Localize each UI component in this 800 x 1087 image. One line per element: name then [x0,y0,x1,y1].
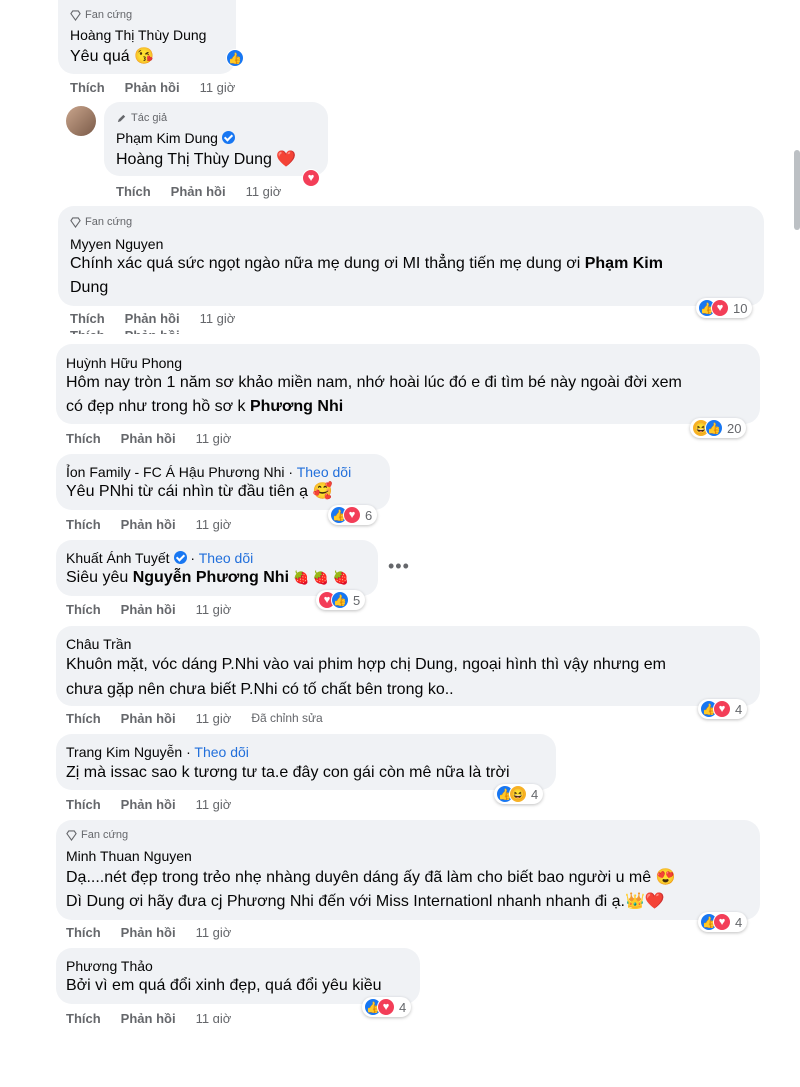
like-reaction-icon: 👍 [331,591,349,609]
reaction-summary[interactable]: ♥ [302,168,320,188]
reaction-summary[interactable]: 👍 ♥ 6 [328,505,378,525]
commenter-name[interactable]: Hoàng Thị Thùy Dung [70,27,206,43]
reply-action[interactable]: Phản hồi [121,797,176,812]
reply-action[interactable]: Phản hồi [125,80,180,95]
comment-text: Zị mà issac sao k tương tư ta.e đây con … [66,764,510,781]
diamond-icon [66,829,77,841]
comment-time[interactable]: 11 giờ [196,925,232,940]
comment-actions: Thích Phản hồi 11 giờ [66,602,231,617]
comment-time[interactable]: 11 giờ [200,311,236,326]
mention-link[interactable]: Nguyễn Phương Nhi [133,569,289,586]
fan-badge: Fan cứng [70,216,132,228]
like-action[interactable]: Thích [116,184,151,199]
comment-text: Yêu quá 😘 [70,48,154,65]
reply-action[interactable]: Phản hồi [171,184,226,199]
comment-time[interactable]: 11 giờ [196,711,232,726]
commenter-name[interactable]: Trang Kim Nguyễn · Theo dõi [66,744,249,760]
comment-text: chưa gặp nên chưa biết P.Nhi có tố chất … [66,681,454,698]
reaction-summary[interactable]: 😆 👍 20 [690,418,747,438]
commenter-name[interactable]: Minh Thuan Nguyen [66,848,192,864]
scrollbar-thumb[interactable] [794,150,800,230]
like-action[interactable]: Thích [66,1011,101,1023]
reaction-summary[interactable]: 👍 ♥ 4 [362,997,412,1017]
reply-action[interactable]: Phản hồi [121,711,176,726]
like-action[interactable]: Thích [66,925,101,940]
edited-label: Đã chỉnh sửa [251,711,323,725]
love-reaction-icon: ♥ [302,169,320,187]
comment-text: Dì Dung ơi hãy đưa cj Phương Nhi đến với… [66,893,665,910]
like-action[interactable]: Thích [66,431,101,446]
comment-actions: Thích Phản hồi 11 giờ Đã chỉnh sửa [66,711,323,726]
more-options-icon[interactable]: ••• [388,556,410,577]
commenter-name[interactable]: Phạm Kim Dung [116,130,235,146]
pencil-icon [117,114,126,122]
commenter-name[interactable]: Châu Trần [66,636,131,652]
comment-actions: Thích Phản hồi 11 giờ [66,925,231,940]
reply-action[interactable]: Phản hồi [125,311,180,326]
reaction-summary[interactable]: 👍 ♥ 4 [698,912,748,932]
reply-action[interactable]: Phản hồi [121,517,176,532]
reaction-summary[interactable]: 👍 ♥ 10 [696,298,753,318]
comment-text: Bởi vì em quá đổi xinh đẹp, quá đổi yêu … [66,977,382,994]
comment-text: Hoàng Thị Thùy Dung ❤️ [116,151,297,168]
like-reaction-icon: 👍 [226,49,244,67]
love-reaction-icon: ♥ [711,299,729,317]
mention-link[interactable]: Phương Nhi [250,398,343,415]
comment-text: Khuôn mặt, vóc dáng P.Nhi vào vai phim h… [66,656,666,673]
comment-actions: Thích Phản hồi 11 giờ [66,431,231,446]
comment-actions: Thích Phản hồi 11 giờ [70,80,235,95]
avatar[interactable] [66,106,96,136]
reaction-summary[interactable]: ♥ 👍 5 [316,590,366,610]
mention-link[interactable]: Phạm Kim [585,255,663,272]
reply-action[interactable]: Phản hồi [121,925,176,940]
love-reaction-icon: ♥ [377,998,395,1016]
comment-time[interactable]: 11 giờ [200,80,236,95]
haha-reaction-icon: 😆 [509,785,527,803]
comment-time[interactable]: 11 giờ [196,1011,232,1023]
reaction-summary[interactable]: 👍 ♥ 4 [698,699,748,719]
like-action[interactable]: Thích [66,711,101,726]
comment-actions: Thích Phản hồi 11 giờ [70,311,235,326]
love-reaction-icon: ♥ [713,913,731,931]
author-badge: Tác giả [116,112,167,124]
love-reaction-icon: ♥ [713,700,731,718]
follow-link[interactable]: Theo dõi [194,744,248,760]
like-action[interactable]: Thích [66,517,101,532]
like-action[interactable]: Thích [70,311,105,326]
comment-text: có đẹp như trong hồ sơ k Phương Nhi [66,398,344,415]
diamond-icon [70,216,81,228]
like-action[interactable]: Thích [66,602,101,617]
love-reaction-icon: ♥ [343,506,361,524]
comment-actions: Thích Phản hồi 11 giờ [116,184,281,199]
fan-badge: Fan cứng [70,9,132,21]
comment-actions: Thích Phản hồi 11 giờ [66,517,231,532]
like-action[interactable]: Thích [66,797,101,812]
comment-time[interactable]: 11 giờ [196,797,232,812]
reply-action[interactable]: Phản hồi [121,602,176,617]
comment-time[interactable]: 11 giờ [246,184,282,199]
reply-action[interactable]: Phản hồi [121,1011,176,1023]
verified-icon [221,131,235,144]
comment-time[interactable]: 11 giờ [196,431,232,446]
verified-icon [173,551,187,564]
comment-time[interactable]: 11 giờ [196,517,232,532]
comment-time[interactable]: 11 giờ [196,602,232,617]
comment-text[interactable]: Dung [70,274,108,302]
comment-text: Chính xác quá sức ngọt ngào nữa mẹ dung … [70,255,663,272]
reaction-summary[interactable]: 👍 [226,48,244,68]
reply-action[interactable]: Phản hồi [121,431,176,446]
like-action[interactable]: Thích [70,80,105,95]
comment-actions: Thích Phản hồi 11 giờ [66,797,231,812]
diamond-icon [70,9,81,21]
comment-actions: Thích Phản hồi 11 giờ [66,1011,231,1023]
like-reaction-icon: 👍 [705,419,723,437]
comment-actions-overlap: ThíchPhản hồi [70,328,180,334]
comment-text: Siêu yêu Nguyễn Phương Nhi 🍓 🍓 🍓 [66,569,349,586]
fan-badge: Fan cứng [66,829,128,841]
comment-text: Yêu PNhi từ cái nhìn từ đầu tiên ạ 🥰 [66,483,333,500]
reaction-summary[interactable]: 👍 😆 4 [494,784,544,804]
